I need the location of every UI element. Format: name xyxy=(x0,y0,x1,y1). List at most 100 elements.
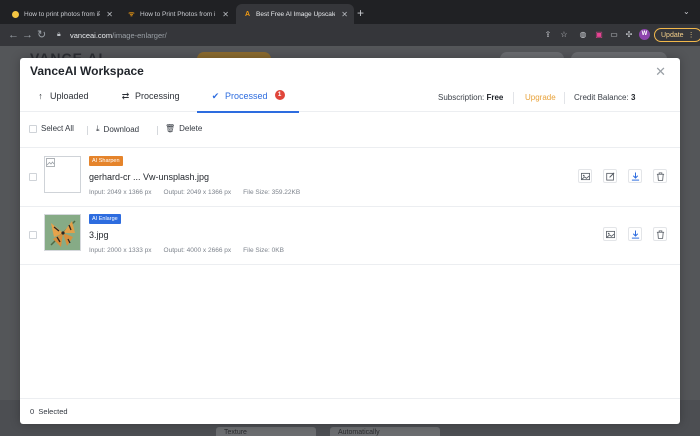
file-row: AI Sharpen gerhard-cr ... Vw-unsplash.jp… xyxy=(20,149,680,207)
file-size: File Size: 0KB xyxy=(243,247,284,254)
update-button[interactable]: Update ⋮ xyxy=(654,28,700,42)
checkbox[interactable] xyxy=(29,124,37,133)
refresh-icon: ⇄ xyxy=(121,91,130,101)
tab-uploaded[interactable]: ↑ Uploaded xyxy=(36,91,89,111)
delete-button[interactable] xyxy=(653,227,667,241)
broken-image-thumbnail[interactable] xyxy=(44,156,81,193)
butterfly-image xyxy=(45,215,80,250)
delete-all-button[interactable]: 🗑︎ Delete xyxy=(165,124,202,133)
upgrade-link[interactable]: Upgrade xyxy=(525,93,556,102)
download-icon: ⤓ xyxy=(96,124,100,133)
select-all-checkbox[interactable]: Select All xyxy=(29,124,74,133)
extensions-puzzle-icon[interactable]: ✣ xyxy=(624,30,634,40)
tab-processing[interactable]: ⇄ Processing xyxy=(121,91,180,111)
workspace-tabs: ↑ Uploaded ⇄ Processing ✔ Processed 1 Su… xyxy=(20,84,680,113)
divider xyxy=(157,126,158,135)
download-all-button[interactable]: ⤓ Download xyxy=(96,124,139,134)
subscription-info: Subscription: Free xyxy=(438,93,503,102)
new-tab-icon[interactable]: + xyxy=(357,6,364,20)
delete-label: Delete xyxy=(179,124,203,133)
favicon-icon xyxy=(12,10,19,18)
file-meta: Input: 2049 x 1366 px Output: 2049 x 136… xyxy=(89,189,300,196)
url-path: /image-enlarger/ xyxy=(112,30,167,40)
close-icon[interactable]: ✕ xyxy=(655,65,666,78)
credit-balance: Credit Balance: 3 xyxy=(574,93,635,102)
row-actions xyxy=(603,227,667,241)
select-all-label: Select All xyxy=(41,124,74,133)
upload-arrow-icon: ↑ xyxy=(38,91,43,101)
close-tab-icon[interactable]: ✕ xyxy=(106,10,113,19)
tab-label: Processed xyxy=(225,91,268,101)
file-row: AI Enlarge 3.jpg Input: 2000 x 1333 px O… xyxy=(20,207,680,265)
divider xyxy=(564,92,565,104)
credit-value: 3 xyxy=(630,93,636,102)
divider xyxy=(87,126,88,135)
edit-button[interactable] xyxy=(603,169,617,183)
divider xyxy=(513,92,514,104)
input-size: Input: 2049 x 1366 px xyxy=(89,189,152,196)
file-size: File Size: 359.22KB xyxy=(243,189,301,196)
lock-icon: 🔒︎ xyxy=(57,31,61,38)
extension-shield-icon[interactable]: ◍ xyxy=(578,30,588,40)
compare-button[interactable] xyxy=(578,169,592,183)
selected-count: 0 xyxy=(30,407,35,416)
download-button[interactable] xyxy=(628,227,642,241)
browser-tab-strip: How to print photos from iPho ✕ ᯤ How to… xyxy=(0,0,700,24)
file-name: 3.jpg xyxy=(89,230,109,240)
browser-tab-title: How to Print Photos from iPho xyxy=(140,10,216,18)
processed-count-badge: 1 xyxy=(274,90,285,100)
workspace-modal: VanceAI Workspace ✕ ↑ Uploaded ⇄ Process… xyxy=(20,58,680,424)
browser-toolbar: ← → ↻ 🔒︎ vanceai.com/image-enlarger/ ⇪ ☆… xyxy=(0,24,700,46)
trash-icon xyxy=(656,229,664,239)
process-type-tag: AI Sharpen xyxy=(89,156,123,166)
subscription-value: Free xyxy=(486,93,504,102)
credit-label: Credit Balance: xyxy=(574,93,629,102)
more-vert-icon: ⋮ xyxy=(687,32,695,39)
browser-tab-1[interactable]: How to print photos from iPho ✕ xyxy=(4,4,119,24)
update-label: Update xyxy=(661,31,684,39)
tab-search-icon[interactable]: ⌄ xyxy=(683,7,692,16)
bookmark-star-icon[interactable]: ☆ xyxy=(559,30,569,40)
delete-button[interactable] xyxy=(653,169,667,183)
file-name: gerhard-cr ... Vw-unsplash.jpg xyxy=(89,172,210,182)
reload-icon[interactable]: ↻ xyxy=(37,28,46,42)
input-size: Input: 2000 x 1333 px xyxy=(89,247,152,254)
file-meta: Input: 2000 x 1333 px Output: 4000 x 266… xyxy=(89,247,284,254)
image-compare-icon xyxy=(580,172,590,180)
tab-processed[interactable]: ✔ Processed 1 xyxy=(197,90,298,113)
browser-tab-3[interactable]: A Best Free AI Image Upscaler | V ✕ xyxy=(236,4,354,24)
browser-tab-title: Best Free AI Image Upscaler | V xyxy=(256,10,336,18)
broken-image-icon xyxy=(46,158,55,167)
page-card: Automatically xyxy=(330,427,440,436)
page-card: Texture xyxy=(216,427,316,436)
share-icon[interactable]: ⇪ xyxy=(543,30,553,40)
modal-title: VanceAI Workspace xyxy=(30,64,144,78)
trash-icon xyxy=(656,171,664,181)
download-icon xyxy=(631,171,639,181)
download-label: Download xyxy=(103,124,140,134)
check-circle-icon: ✔ xyxy=(211,91,220,101)
browser-tab-title: How to print photos from iPho xyxy=(24,10,101,18)
forward-icon[interactable]: → xyxy=(22,28,33,42)
address-bar[interactable]: 🔒︎ vanceai.com/image-enlarger/ xyxy=(57,27,527,43)
extension-screen-icon[interactable]: ▭ xyxy=(609,30,619,40)
close-tab-icon[interactable]: ✕ xyxy=(222,10,229,19)
output-size: Output: 2049 x 1366 px xyxy=(163,189,232,196)
trash-icon: 🗑︎ xyxy=(165,124,176,133)
extension-pink-icon[interactable]: ▣ xyxy=(594,30,604,40)
row-actions xyxy=(578,169,667,183)
close-tab-icon[interactable]: ✕ xyxy=(341,10,348,19)
row-checkbox[interactable] xyxy=(29,173,37,181)
browser-tab-2[interactable]: ᯤ How to Print Photos from iPho ✕ xyxy=(120,4,235,24)
compare-button[interactable] xyxy=(603,227,617,241)
back-icon[interactable]: ← xyxy=(8,28,19,42)
tab-label: Uploaded xyxy=(50,91,89,101)
download-icon xyxy=(631,229,639,239)
butterfly-thumbnail[interactable] xyxy=(44,214,81,251)
tab-label: Processing xyxy=(135,91,180,101)
row-checkbox[interactable] xyxy=(29,231,37,239)
bulk-actions-bar: Select All ⤓ Download 🗑︎ Delete xyxy=(20,120,680,140)
download-button[interactable] xyxy=(628,169,642,183)
profile-avatar[interactable]: W xyxy=(639,29,650,40)
edit-icon xyxy=(605,172,614,181)
